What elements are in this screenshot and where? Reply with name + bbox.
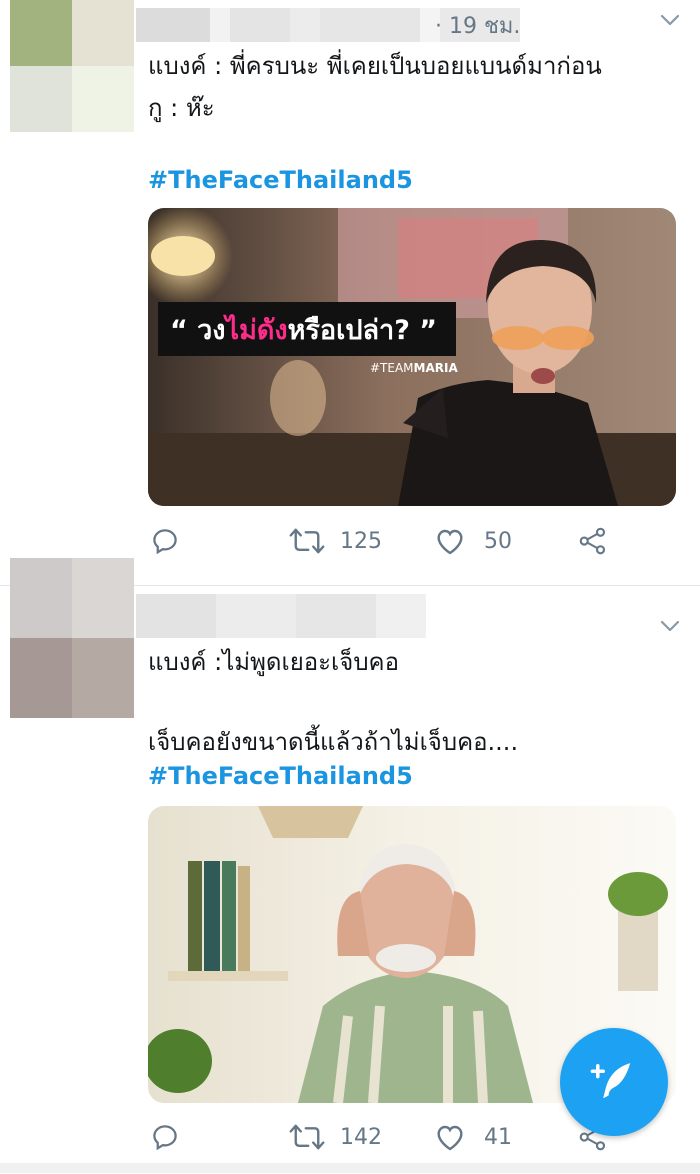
compose-tweet-icon bbox=[590, 1063, 631, 1099]
tweet-timestamp[interactable]: · 19 ชม. bbox=[435, 8, 520, 43]
hashtag-link[interactable]: #TheFaceThailand5 bbox=[148, 166, 413, 194]
share-icon bbox=[579, 527, 606, 555]
caption-text-2: หรือเปล่า? ” bbox=[288, 315, 437, 346]
bottom-edge bbox=[0, 1163, 700, 1173]
blurred-username[interactable] bbox=[136, 594, 426, 638]
like-icon bbox=[437, 1125, 463, 1151]
retweet-count: 142 bbox=[340, 1124, 382, 1150]
svg-text:#TEAMMARIA: #TEAMMARIA bbox=[370, 361, 458, 375]
avatar[interactable] bbox=[10, 0, 134, 132]
tweet-actions: 125 50 bbox=[148, 526, 668, 566]
chevron-down-icon[interactable] bbox=[658, 8, 682, 32]
hashtag-link[interactable]: #TheFaceThailand5 bbox=[148, 762, 413, 790]
retweet-count: 125 bbox=[340, 528, 382, 554]
avatar[interactable] bbox=[10, 558, 134, 718]
like-count: 50 bbox=[484, 528, 512, 554]
like-icon bbox=[437, 529, 463, 555]
tweet-text-line-2: กู : ห๊ะ bbox=[148, 94, 215, 122]
retweet-icon bbox=[289, 1124, 325, 1150]
team-tag-bold: MARIA bbox=[414, 361, 459, 375]
tweet-1[interactable]: · 19 ชม. แบงค์ : พี่ครบนะ พี่เคยเป็นบอยแ… bbox=[0, 0, 700, 585]
caption-text-1: “ วง bbox=[170, 315, 226, 346]
like-button[interactable]: 41 bbox=[434, 1122, 512, 1152]
reply-icon bbox=[153, 1125, 177, 1151]
reply-button[interactable] bbox=[150, 1122, 180, 1152]
caption-text-pink: ไม่ดัง bbox=[223, 314, 288, 346]
compose-tweet-button[interactable] bbox=[560, 1028, 668, 1136]
tweet-text-line-1: แบงค์ :ไม่พูดเยอะเจ็บคอ bbox=[148, 648, 400, 676]
retweet-button[interactable]: 125 bbox=[288, 526, 382, 556]
tweet-text-line-1: แบงค์ : พี่ครบนะ พี่เคยเป็นบอยแบนด์มาก่อ… bbox=[148, 52, 602, 80]
reply-icon bbox=[153, 529, 177, 555]
tweet-image[interactable]: “ วงไม่ดังหรือเปล่า? ” #TEAMMARIA bbox=[148, 208, 676, 506]
reply-button[interactable] bbox=[150, 526, 180, 556]
chevron-down-icon[interactable] bbox=[658, 614, 682, 638]
retweet-icon bbox=[289, 528, 325, 554]
team-tag-prefix: #TEAM bbox=[370, 361, 414, 375]
tweet-text-line-2: เจ็บคอยังขนาดนี้แล้วถ้าไม่เจ็บคอ.... bbox=[148, 728, 519, 756]
like-count: 41 bbox=[484, 1124, 512, 1150]
svg-text:“ วงไม่ดังหรือเปล่า? ”: “ วงไม่ดังหรือเปล่า? ” bbox=[170, 314, 437, 346]
retweet-button[interactable]: 142 bbox=[288, 1122, 382, 1152]
like-button[interactable]: 50 bbox=[434, 526, 512, 556]
share-button[interactable] bbox=[578, 526, 608, 556]
media-photo: “ วงไม่ดังหรือเปล่า? ” #TEAMMARIA bbox=[148, 208, 676, 506]
